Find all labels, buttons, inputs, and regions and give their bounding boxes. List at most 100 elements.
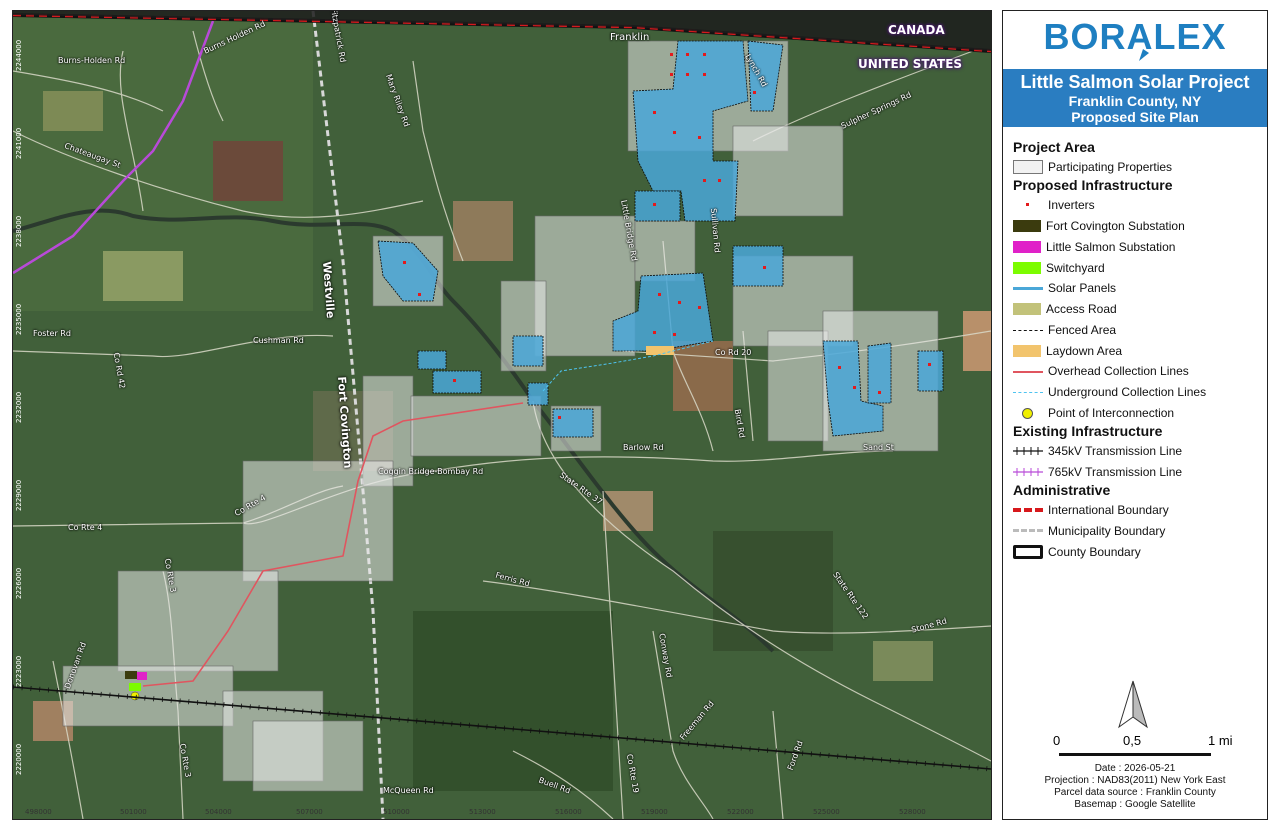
- road-label: Co Rd 20: [715, 348, 752, 357]
- place-label-franklin: Franklin: [610, 32, 650, 43]
- legend-label: 345kV Transmission Line: [1048, 444, 1183, 458]
- svg-text:BORALEX: BORALEX: [1043, 16, 1226, 57]
- legend-label: 765kV Transmission Line: [1048, 465, 1183, 479]
- y-tick-label: 2235000: [15, 303, 23, 335]
- north-arrow-icon: [1118, 680, 1148, 729]
- access-road-swatch: [1013, 303, 1041, 315]
- road-label: Coggin Bridge-Bombay Rd: [378, 467, 484, 476]
- participating-swatch: [1013, 160, 1043, 174]
- legend-label: Participating Properties: [1048, 160, 1173, 174]
- legend-item-municipality-boundary: Municipality Boundary: [1013, 522, 1165, 540]
- map-subtitle-county: Franklin County, NY: [1068, 93, 1202, 109]
- legend-label: Fort Covington Substation: [1046, 219, 1185, 233]
- legend-label: International Boundary: [1048, 503, 1169, 517]
- road-label: Barlow Rd: [623, 443, 664, 452]
- x-tick-label: 516000: [555, 808, 582, 816]
- logo-graphic: BORALEX: [1043, 16, 1226, 61]
- legend-label: Overhead Collection Lines: [1048, 364, 1189, 378]
- legend-item-county-boundary: County Boundary: [1013, 543, 1141, 561]
- x-tick-label: 528000: [899, 808, 926, 816]
- x-tick-label: 522000: [727, 808, 754, 816]
- legend-label: Solar Panels: [1048, 281, 1117, 295]
- x-tick-label: 525000: [813, 808, 840, 816]
- x-tick-label: 498000: [25, 808, 52, 816]
- y-tick-label: 2232000: [15, 391, 23, 423]
- legend-label: Access Road: [1046, 302, 1117, 316]
- legend-item-fort-covington-substation: Fort Covington Substation: [1013, 217, 1185, 235]
- international-boundary-symbol: [1013, 503, 1043, 517]
- solar-panels-symbol: [1013, 281, 1043, 295]
- footer-date: Date : 2026-05-21: [1094, 763, 1176, 774]
- footer-projection: Projection : NAD83(2011) New York East: [1044, 775, 1226, 786]
- fenced-area-symbol: [1013, 323, 1043, 337]
- legend-item-switchyard: Switchyard: [1013, 259, 1105, 277]
- map-canvas[interactable]: [13, 11, 991, 819]
- legend-label: County Boundary: [1048, 545, 1141, 559]
- footer-parcel-source: Parcel data source : Franklin County: [1054, 787, 1216, 798]
- legend-label: Little Salmon Substation: [1046, 240, 1176, 254]
- map-footer: Date : 2026-05-21 Projection : NAD83(201…: [1003, 763, 1267, 811]
- legend-label: Underground Collection Lines: [1048, 385, 1207, 399]
- legend-label: Municipality Boundary: [1048, 524, 1166, 538]
- map-subtitle-plan: Proposed Site Plan: [1071, 109, 1199, 125]
- y-tick-label: 2220000: [15, 743, 23, 775]
- legend-item-access-road: Access Road: [1013, 300, 1117, 318]
- legend-item-underground-collection: Underground Collection Lines: [1013, 383, 1206, 401]
- y-tick-label: 2244000: [15, 39, 23, 71]
- x-tick-label: 519000: [641, 808, 668, 816]
- inverter-symbol: [1013, 198, 1043, 212]
- legend-item-fenced-area: Fenced Area: [1013, 321, 1116, 339]
- footer-basemap: Basemap : Google Satellite: [1074, 799, 1196, 810]
- legend-item-overhead-collection: Overhead Collection Lines: [1013, 362, 1189, 380]
- overhead-collection-symbol: [1013, 364, 1043, 378]
- road-label: Co Rte 4: [68, 523, 103, 532]
- boralex-logo: BORALEX: [1003, 11, 1267, 69]
- legend-item-international-boundary: International Boundary: [1013, 501, 1169, 519]
- legend-label: Switchyard: [1046, 261, 1105, 275]
- transmission-765kv-symbol: [1013, 465, 1043, 479]
- legend-label: Laydown Area: [1046, 344, 1123, 358]
- road-label: Burns-Holden Rd: [58, 56, 126, 65]
- x-tick-label: 513000: [469, 808, 496, 816]
- y-tick-label: 2241000: [15, 127, 23, 159]
- legend-item-solar-panels: Solar Panels: [1013, 279, 1116, 297]
- x-tick-label: 504000: [205, 808, 232, 816]
- legend-item-point-of-interconnection: Point of Interconnection: [1013, 404, 1174, 422]
- legend-item-inverters: Inverters: [1013, 196, 1095, 214]
- legend-section-proposed: Proposed Infrastructure: [1013, 177, 1173, 193]
- legend-section-existing: Existing Infrastructure: [1013, 423, 1163, 439]
- fort-covington-substation-swatch: [1013, 220, 1041, 232]
- switchyard-swatch: [1013, 262, 1041, 274]
- y-tick-label: 2226000: [15, 567, 23, 599]
- underground-collection-symbol: [1013, 385, 1043, 399]
- scale-label-0: 0: [1053, 733, 1061, 748]
- municipality-boundary-symbol: [1013, 524, 1043, 538]
- road-label: McQueen Rd: [383, 786, 434, 795]
- county-boundary-swatch: [1013, 545, 1043, 559]
- country-label-canada: CANADA: [888, 23, 945, 37]
- poi-symbol: [1013, 406, 1043, 420]
- x-tick-label: 501000: [120, 808, 147, 816]
- legend-section-administrative: Administrative: [1013, 482, 1111, 498]
- country-label-us: UNITED STATES: [858, 57, 963, 71]
- legend-label: Inverters: [1048, 198, 1095, 212]
- laydown-area-swatch: [1013, 345, 1041, 357]
- scale-bar-segment: [1059, 753, 1135, 756]
- road-label: Cushman Rd: [253, 336, 304, 345]
- transmission-345kv-symbol: [1013, 444, 1043, 458]
- map-frame[interactable]: CANADA UNITED STATES Westville Fort Covi…: [12, 10, 992, 820]
- title-box: Little Salmon Solar Project Franklin Cou…: [1003, 69, 1267, 127]
- legend-panel: BORALEX Little Salmon Solar Project Fran…: [1002, 10, 1268, 820]
- y-tick-label: 2238000: [15, 215, 23, 247]
- y-tick-label: 2229000: [15, 479, 23, 511]
- x-tick-label: 510000: [383, 808, 410, 816]
- legend-label: Fenced Area: [1048, 323, 1117, 337]
- legend-item-345kv-line: 345kV Transmission Line: [1013, 442, 1182, 460]
- legend-section-project-area: Project Area: [1013, 139, 1095, 155]
- little-salmon-substation-swatch: [1013, 241, 1041, 253]
- road-label: Sand St: [863, 443, 894, 452]
- scale-label-half: 0,5: [1123, 733, 1142, 748]
- legend-item-participating: Participating Properties: [1013, 158, 1172, 176]
- x-tick-label: 507000: [296, 808, 323, 816]
- legend-label: Point of Interconnection: [1048, 406, 1175, 420]
